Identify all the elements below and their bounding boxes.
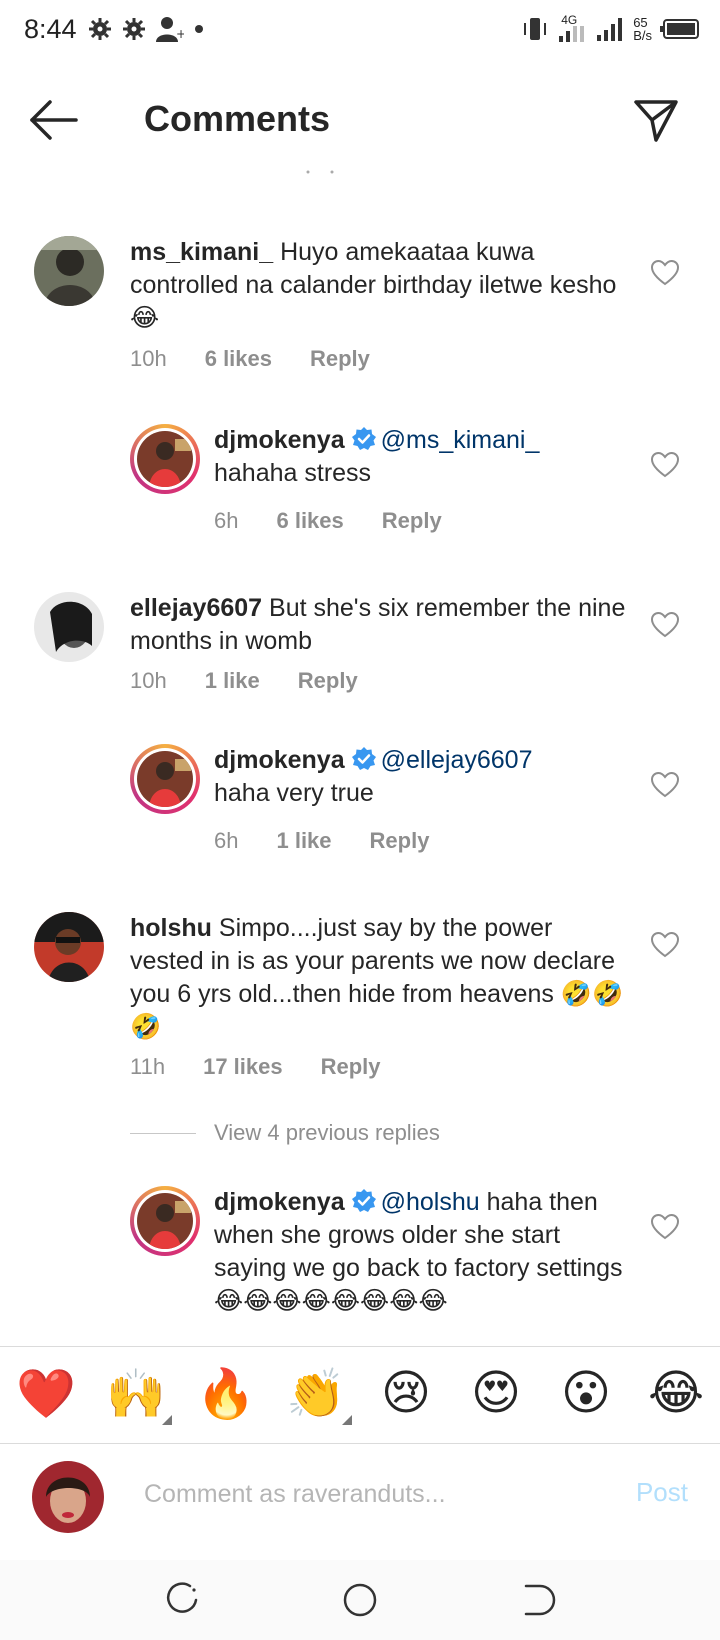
status-time: 8:44 bbox=[24, 14, 77, 44]
signal-icon bbox=[597, 18, 623, 41]
verified-badge-icon bbox=[351, 1189, 376, 1212]
comment-meta: 6h 1 like Reply bbox=[214, 828, 429, 854]
comment-time: 10h bbox=[130, 346, 167, 371]
like-heart-icon[interactable] bbox=[650, 1212, 680, 1242]
network-speed-unit: B/s bbox=[633, 28, 652, 43]
comment-text: hahaha stress bbox=[214, 459, 372, 487]
settings-icon bbox=[89, 18, 111, 40]
reply-button[interactable]: Reply bbox=[310, 346, 370, 372]
comment-body: djmokenya @ellejay6607 haha very true bbox=[214, 744, 634, 810]
like-heart-icon[interactable] bbox=[650, 770, 680, 800]
verified-badge-icon bbox=[351, 427, 376, 450]
comment-mention[interactable]: @ms_kimani_ bbox=[381, 426, 540, 454]
avatar[interactable] bbox=[130, 1186, 200, 1256]
comment-composer: Post bbox=[0, 1445, 720, 1555]
comment-likes[interactable]: 1 like bbox=[205, 668, 260, 694]
comment-username[interactable]: ms_kimani_ bbox=[130, 238, 273, 266]
comment-input[interactable] bbox=[144, 1471, 584, 1517]
reply-button[interactable]: Reply bbox=[370, 828, 430, 854]
network-speed: 65 B/s bbox=[633, 16, 652, 42]
like-heart-icon[interactable] bbox=[650, 930, 680, 960]
like-heart-icon[interactable] bbox=[650, 610, 680, 640]
skin-tone-indicator bbox=[162, 1415, 172, 1425]
comment-likes[interactable]: 6 likes bbox=[276, 508, 343, 534]
scroll-indicator bbox=[306, 170, 334, 174]
replies-divider-line bbox=[130, 1132, 196, 1134]
home-icon[interactable] bbox=[338, 1578, 382, 1622]
quick-reaction-bar: ❤️ 🙌 🔥 👏 😢 😍 😮 😂 bbox=[0, 1346, 720, 1444]
comment-emoji: 😂😂😂😂😂😂😂😂 bbox=[214, 1287, 448, 1315]
dot-icon bbox=[195, 25, 203, 33]
comment-meta: 10h 1 like Reply bbox=[130, 668, 358, 694]
system-navigation-bar bbox=[0, 1560, 720, 1640]
comment-username[interactable]: djmokenya bbox=[214, 426, 345, 454]
avatar[interactable] bbox=[130, 424, 200, 494]
comment-body: ms_kimani_ Huyo amekaataa kuwa controlle… bbox=[130, 236, 630, 335]
reply-button[interactable]: Reply bbox=[321, 1054, 381, 1080]
status-notification-icons: + bbox=[88, 16, 204, 42]
comment-likes[interactable]: 17 likes bbox=[203, 1054, 283, 1080]
like-heart-icon[interactable] bbox=[650, 450, 680, 480]
signal-4g-icon: 4G bbox=[557, 14, 587, 44]
comment-body: holshu Simpo....just say by the power ve… bbox=[130, 912, 630, 1044]
comment-likes[interactable]: 1 like bbox=[276, 828, 331, 854]
status-system-icons: 4G 65 B/s bbox=[521, 14, 700, 44]
comment-body: djmokenya @ms_kimani_ hahaha stress bbox=[214, 424, 634, 490]
svg-text:+: + bbox=[176, 27, 184, 41]
like-heart-icon[interactable] bbox=[650, 258, 680, 288]
current-user-avatar bbox=[32, 1461, 104, 1533]
comment-username[interactable]: holshu bbox=[130, 914, 212, 942]
comment-emoji: 😂 bbox=[130, 304, 160, 332]
skin-tone-indicator bbox=[342, 1415, 352, 1425]
view-replies-label[interactable]: View 4 previous replies bbox=[214, 1120, 440, 1146]
status-bar: 8:44 + 4G 65 B/s bbox=[0, 0, 720, 66]
avatar[interactable] bbox=[130, 744, 200, 814]
emoji-heart-eyes[interactable]: 😍 bbox=[464, 1361, 528, 1425]
avatar[interactable] bbox=[34, 912, 104, 982]
battery-icon bbox=[660, 19, 699, 39]
comment-time: 10h bbox=[130, 668, 167, 693]
emoji-fire[interactable]: 🔥 bbox=[194, 1361, 258, 1425]
comment-meta: 11h 17 likes Reply bbox=[130, 1054, 381, 1080]
vibrate-icon bbox=[524, 18, 547, 40]
reply-item: djmokenya @holshu haha then when she grow… bbox=[0, 1186, 720, 1346]
emoji-raising-hands[interactable]: 🙌 bbox=[104, 1361, 172, 1425]
page-title: Comments bbox=[144, 98, 331, 139]
back-arrow-icon[interactable] bbox=[28, 98, 80, 142]
emoji-crying-face[interactable]: 😢 bbox=[374, 1361, 438, 1425]
comment-body: ellejay6607 But she's six remember the n… bbox=[130, 592, 630, 658]
emoji-tears-of-joy[interactable]: 😂 bbox=[644, 1361, 708, 1425]
emoji-red-heart[interactable]: ❤️ bbox=[14, 1361, 78, 1425]
emoji-clapping-hands[interactable]: 👏 bbox=[284, 1361, 352, 1425]
comment-mention[interactable]: @ellejay6607 bbox=[381, 746, 533, 774]
post-button[interactable]: Post bbox=[636, 1477, 688, 1508]
comment-text: haha very true bbox=[214, 779, 374, 807]
comment-time: 6h bbox=[214, 828, 239, 853]
comment-username[interactable]: ellejay6607 bbox=[130, 594, 262, 622]
reply-button[interactable]: Reply bbox=[298, 668, 358, 694]
direct-share-icon[interactable] bbox=[632, 96, 680, 144]
add-user-icon: + bbox=[156, 17, 184, 42]
verified-badge-icon bbox=[351, 747, 376, 770]
comment-time: 6h bbox=[214, 508, 239, 533]
back-nav-icon[interactable] bbox=[516, 1578, 560, 1622]
comment-username[interactable]: djmokenya bbox=[214, 1188, 345, 1216]
avatar[interactable] bbox=[34, 592, 104, 662]
reply-button[interactable]: Reply bbox=[382, 508, 442, 534]
comment-meta: 10h 6 likes Reply bbox=[130, 346, 370, 372]
settings-icon bbox=[123, 18, 145, 40]
header: Comments bbox=[0, 80, 720, 160]
comment-meta: 6h 6 likes Reply bbox=[214, 508, 442, 534]
recent-apps-icon[interactable] bbox=[160, 1578, 204, 1622]
view-previous-replies[interactable]: View 4 previous replies bbox=[130, 1120, 440, 1146]
avatar[interactable] bbox=[34, 236, 104, 306]
emoji-surprised-face[interactable]: 😮 bbox=[554, 1361, 618, 1425]
comment-mention[interactable]: @holshu bbox=[381, 1188, 480, 1216]
comment-body: djmokenya @holshu haha then when she grow… bbox=[214, 1186, 634, 1318]
comment-likes[interactable]: 6 likes bbox=[205, 346, 272, 372]
comment-time: 11h bbox=[130, 1054, 166, 1079]
comment-username[interactable]: djmokenya bbox=[214, 746, 345, 774]
